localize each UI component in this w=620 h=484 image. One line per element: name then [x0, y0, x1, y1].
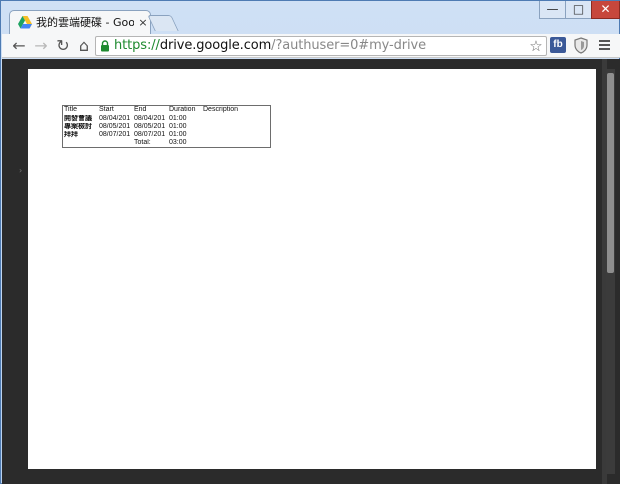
- bookmark-star-icon[interactable]: ☆: [528, 37, 544, 55]
- header-title: Title: [64, 106, 77, 113]
- row-title: 開發會議: [64, 115, 92, 122]
- vertical-scrollbar[interactable]: [606, 69, 615, 474]
- row-start: 08/04/201: [99, 115, 131, 122]
- header-start: Start: [99, 106, 114, 113]
- shield-icon[interactable]: [573, 37, 589, 54]
- calendar-table: Title Start End Duration Description 開發會…: [62, 105, 271, 148]
- row-duration: 01:00: [169, 115, 187, 122]
- header-duration: Duration: [169, 106, 196, 113]
- row-title: 拜拜: [64, 131, 78, 138]
- tab-close-icon[interactable]: ×: [138, 16, 148, 30]
- tab-my-drive[interactable]: 我的雲端硬碟 - Google 雲 ×: [9, 10, 151, 34]
- row-description: [203, 131, 263, 139]
- left-edge-chevron-icon: ›: [19, 166, 23, 175]
- minimize-button[interactable]: —: [539, 1, 565, 19]
- url-host: drive.google.com: [159, 38, 272, 53]
- header-end: End: [134, 106, 147, 113]
- facebook-extension-button[interactable]: fb: [550, 37, 566, 53]
- scrollbar-thumb[interactable]: [607, 73, 614, 273]
- row-end: 08/07/201: [134, 131, 166, 138]
- table-row: 拜拜 08/07/201 08/07/201 01:00: [63, 131, 270, 139]
- tab-title: 我的雲端硬碟 - Google 雲: [36, 16, 134, 29]
- row-start: 08/07/201: [99, 131, 131, 138]
- address-bar[interactable]: https://drive.google.com/?authuser=0#my-…: [95, 36, 547, 56]
- hamburger-menu-icon[interactable]: [597, 37, 613, 53]
- lock-icon: [101, 40, 109, 52]
- preview-area: › Title Start End Duration Description 開…: [2, 59, 620, 484]
- row-duration: 01:00: [169, 131, 187, 138]
- total-label: Total:: [134, 139, 151, 146]
- document-page: Title Start End Duration Description 開發會…: [28, 69, 596, 469]
- browser-window: 我的雲端硬碟 - Google 雲 × — □ ✕ ← → ↻ ⌂ https:…: [0, 0, 620, 484]
- table-row: 開發會議 08/04/201 08/04/201 01:00: [63, 115, 270, 123]
- row-start: 08/05/201: [99, 123, 131, 130]
- row-end: 08/05/201: [134, 123, 166, 130]
- url-text: https://drive.google.com/?authuser=0#my-…: [114, 37, 426, 55]
- google-drive-icon: [18, 16, 32, 29]
- browser-toolbar: ← → ↻ ⌂ https://drive.google.com/?authus…: [2, 34, 620, 58]
- row-description: [203, 123, 263, 131]
- maximize-button[interactable]: □: [565, 1, 591, 19]
- table-row: 專案檢討 08/05/201 08/05/201 01:00: [63, 123, 270, 131]
- table-total-row: Total: 03:00: [63, 139, 270, 147]
- row-description: [203, 115, 263, 123]
- tab-strip: 我的雲端硬碟 - Google 雲 × — □ ✕: [1, 1, 620, 34]
- forward-button[interactable]: →: [31, 36, 51, 56]
- back-button[interactable]: ←: [9, 36, 29, 56]
- total-value: 03:00: [169, 139, 187, 146]
- url-protocol: https://: [114, 38, 160, 53]
- header-description: Description: [203, 106, 239, 113]
- close-window-button[interactable]: ✕: [591, 1, 620, 19]
- reload-button[interactable]: ↻: [53, 36, 73, 56]
- row-end: 08/04/201: [134, 115, 166, 122]
- url-path: /?authuser=0#my-drive: [271, 38, 427, 53]
- row-duration: 01:00: [169, 123, 187, 130]
- new-tab-button[interactable]: [147, 15, 179, 31]
- row-title: 專案檢討: [64, 123, 92, 130]
- home-button[interactable]: ⌂: [74, 36, 94, 56]
- table-header: Title Start End Duration Description: [63, 106, 270, 114]
